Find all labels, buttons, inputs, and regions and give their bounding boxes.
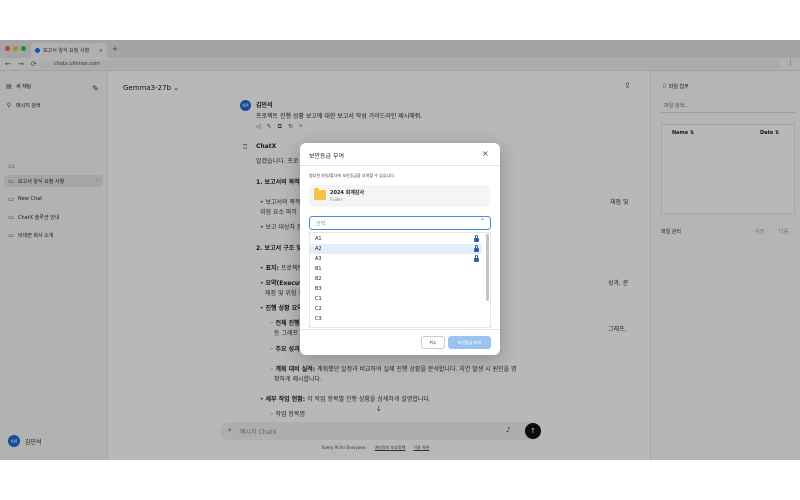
security-level-dialog: 보안등급 부여 × 첨부한 파일/폴더에 보안등급을 부여할 수 있습니다. 2… bbox=[300, 143, 500, 355]
security-level-option[interactable]: B3 bbox=[310, 284, 482, 294]
security-level-options: C3 C2 C1 B3 B2 B1 A3 A2 A1 bbox=[309, 232, 491, 328]
dialog-description: 첨부한 파일/폴더에 보안등급을 부여할 수 있습니다. bbox=[309, 173, 396, 178]
browser-window: 보고서 양식 요청 사항 × + ← → ⟳ chatx.ulinnex.com… bbox=[0, 40, 800, 460]
security-level-option[interactable]: C3 bbox=[310, 314, 482, 324]
assign-security-level-button[interactable]: 보안등급 부여 bbox=[448, 336, 491, 349]
folder-type: Folder bbox=[330, 197, 343, 202]
dialog-title: 보안등급 부여 bbox=[309, 153, 345, 160]
security-level-option[interactable]: A2 bbox=[310, 244, 482, 254]
security-level-option[interactable]: B2 bbox=[310, 274, 482, 284]
chevron-up-icon: ⌃ bbox=[480, 218, 486, 225]
divider bbox=[300, 329, 500, 330]
option-label: A1 bbox=[315, 236, 322, 242]
attached-folder-card: 2024 회계감사 Folder bbox=[309, 185, 490, 207]
lock-icon bbox=[474, 255, 479, 262]
lock-icon bbox=[474, 235, 479, 242]
close-icon[interactable]: × bbox=[482, 149, 489, 158]
option-label: B2 bbox=[315, 276, 322, 282]
option-label: B3 bbox=[315, 286, 322, 292]
option-label: B1 bbox=[315, 266, 322, 272]
divider bbox=[300, 165, 500, 166]
option-label: A3 bbox=[315, 256, 322, 262]
option-label: C3 bbox=[315, 316, 322, 322]
dropdown-scrollbar[interactable] bbox=[486, 234, 489, 301]
security-level-option[interactable]: A3 bbox=[310, 254, 482, 264]
security-level-option[interactable]: C1 bbox=[310, 294, 482, 304]
select-placeholder: 선택 bbox=[316, 221, 326, 227]
security-level-option[interactable]: B1 bbox=[310, 264, 482, 274]
option-label: C2 bbox=[315, 306, 322, 312]
security-level-select[interactable]: 선택 ⌃ bbox=[309, 216, 491, 230]
option-label: C1 bbox=[315, 296, 322, 302]
security-level-option[interactable]: A1 bbox=[310, 234, 482, 244]
folder-icon bbox=[314, 188, 326, 200]
option-label: A2 bbox=[315, 246, 322, 252]
folder-name: 2024 회계감사 bbox=[330, 190, 365, 196]
lock-icon bbox=[474, 245, 479, 252]
security-level-option[interactable]: C2 bbox=[310, 304, 482, 314]
cancel-button[interactable]: 취소 bbox=[421, 336, 445, 349]
